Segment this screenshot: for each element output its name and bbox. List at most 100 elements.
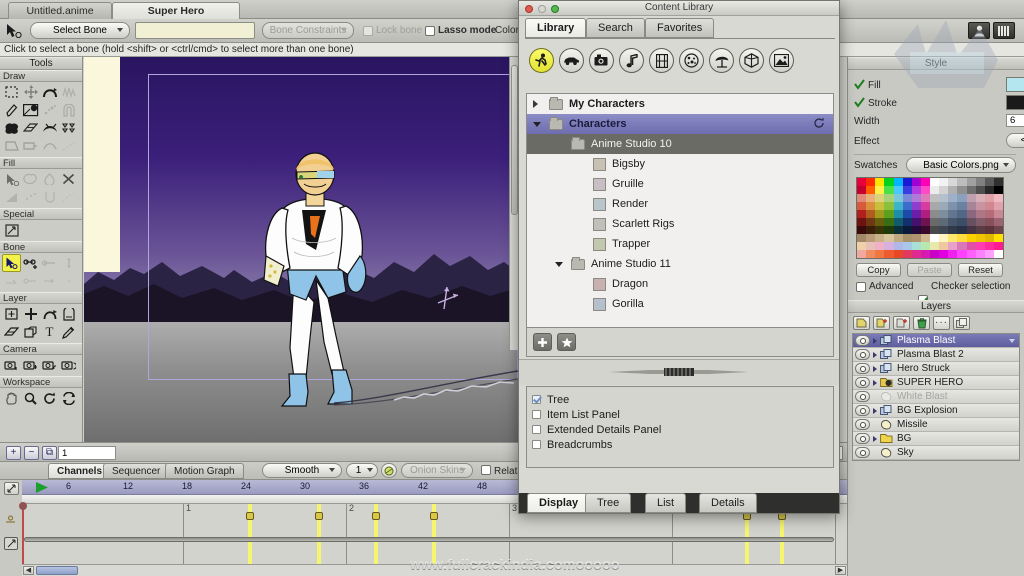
color-swatch[interactable] <box>866 242 875 250</box>
color-swatch[interactable] <box>985 234 994 242</box>
freehand-icon[interactable] <box>21 101 40 119</box>
color-swatch[interactable] <box>884 202 893 210</box>
color-swatch[interactable] <box>930 202 939 210</box>
color-swatch[interactable] <box>912 226 921 234</box>
new-bone-layer-icon[interactable] <box>893 316 910 330</box>
color-swatch[interactable] <box>857 226 866 234</box>
color-swatch[interactable] <box>857 178 866 186</box>
color-swatch[interactable] <box>875 194 884 202</box>
color-swatch[interactable] <box>994 194 1003 202</box>
display-option-row[interactable]: Tree <box>532 392 833 407</box>
color-swatch[interactable] <box>967 242 976 250</box>
color-swatch[interactable] <box>967 210 976 218</box>
layer-row[interactable]: Plasma Blast 2 <box>853 348 1019 362</box>
color-swatch[interactable] <box>894 242 903 250</box>
color-swatch[interactable] <box>875 226 884 234</box>
color-swatch[interactable] <box>857 250 866 258</box>
library-tree-row[interactable]: Gruille <box>527 174 833 194</box>
color-swatch[interactable] <box>930 194 939 202</box>
bottom-tab-list[interactable]: List <box>645 493 686 513</box>
color-swatch[interactable] <box>957 226 966 234</box>
color-swatch[interactable] <box>976 226 985 234</box>
color-swatch[interactable] <box>912 194 921 202</box>
color-swatch[interactable] <box>875 178 884 186</box>
layer-visibility-icon[interactable] <box>855 419 870 430</box>
color-swatch[interactable] <box>976 242 985 250</box>
color-swatch[interactable] <box>985 250 994 258</box>
color-swatch[interactable] <box>985 186 994 194</box>
color-swatch[interactable] <box>912 218 921 226</box>
color-swatch[interactable] <box>994 242 1003 250</box>
remove-keyframe-button[interactable]: − <box>24 446 39 460</box>
display-option-row[interactable]: Extended Details Panel <box>532 422 833 437</box>
content-library-dialog[interactable]: Content Library Library Search Favorites <box>518 0 840 514</box>
color-swatch[interactable] <box>930 186 939 194</box>
color-swatch[interactable] <box>948 250 957 258</box>
color-swatch[interactable] <box>967 178 976 186</box>
content-library-tree[interactable]: My CharactersCharactersAnime Studio 10Bi… <box>526 93 834 328</box>
color-swatch[interactable] <box>976 186 985 194</box>
color-swatch[interactable] <box>921 186 930 194</box>
color-swatch[interactable] <box>875 234 884 242</box>
color-swatch[interactable] <box>866 250 875 258</box>
document-tab-untitled[interactable]: Untitled.anime <box>8 2 112 19</box>
color-swatch[interactable] <box>967 226 976 234</box>
display-option-checkbox[interactable] <box>532 395 541 404</box>
library-tree-row[interactable]: Characters <box>527 114 833 134</box>
color-swatch[interactable] <box>857 218 866 226</box>
transform-layer-icon[interactable] <box>2 305 21 323</box>
color-swatch[interactable] <box>866 234 875 242</box>
color-swatch[interactable] <box>866 210 875 218</box>
paste-color-button[interactable]: Paste <box>907 263 952 277</box>
timeline-scroll-thumb[interactable] <box>36 566 78 575</box>
color-swatch[interactable] <box>894 194 903 202</box>
pan-tilt-camera-icon[interactable] <box>59 356 78 374</box>
color-swatch[interactable] <box>894 202 903 210</box>
cycle-icon[interactable] <box>381 463 397 478</box>
color-swatch[interactable] <box>930 218 939 226</box>
color-swatch[interactable] <box>875 210 884 218</box>
layer-row[interactable]: White Blast <box>853 390 1019 404</box>
bend-points-icon[interactable] <box>21 137 40 155</box>
blob-icon[interactable] <box>2 119 21 137</box>
bottom-tab-details[interactable]: Details <box>699 493 757 513</box>
canvas-vertical-scrollbar[interactable] <box>509 57 518 350</box>
bottom-tab-display[interactable]: Display <box>527 493 590 513</box>
reset-workspace-icon[interactable] <box>59 389 78 407</box>
relative-checkbox[interactable] <box>481 465 491 475</box>
bone-constraints-popup[interactable]: Bone Constraints <box>262 22 354 39</box>
color-swatch[interactable] <box>967 234 976 242</box>
color-swatch[interactable] <box>903 202 912 210</box>
color-swatch[interactable] <box>921 210 930 218</box>
color-swatch[interactable] <box>912 186 921 194</box>
hide-edge-fill-icon[interactable] <box>59 188 78 206</box>
color-swatch[interactable] <box>866 218 875 226</box>
color-swatch[interactable] <box>976 218 985 226</box>
layer-visibility-icon[interactable] <box>855 433 870 444</box>
color-swatch[interactable] <box>994 250 1003 258</box>
color-swatch[interactable] <box>875 202 884 210</box>
color-swatch[interactable] <box>894 250 903 258</box>
color-swatch[interactable] <box>912 210 921 218</box>
color-swatch[interactable] <box>866 194 875 202</box>
color-swatch[interactable] <box>921 250 930 258</box>
stroke-exposure-icon[interactable] <box>21 188 40 206</box>
stroke-checkbox[interactable] <box>854 97 865 111</box>
color-swatch[interactable] <box>884 210 893 218</box>
copy-color-button[interactable]: Copy <box>856 263 901 277</box>
color-swatch[interactable] <box>894 178 903 186</box>
more-options-icon[interactable]: ··· <box>933 316 950 330</box>
color-swatch[interactable] <box>948 210 957 218</box>
select-shape-icon[interactable] <box>2 170 21 188</box>
color-swatch[interactable] <box>994 218 1003 226</box>
scroll-left-button[interactable]: ◀ <box>23 566 34 575</box>
character-icon[interactable] <box>968 22 990 39</box>
swatches-popup[interactable]: Basic Colors.png <box>906 157 1016 173</box>
scatter-brush-icon[interactable] <box>40 101 59 119</box>
width-input[interactable]: 6 <box>1006 114 1024 127</box>
rotate-layer-icon[interactable] <box>40 305 59 323</box>
advanced-checkbox[interactable] <box>856 282 866 292</box>
favorite-star-icon[interactable] <box>557 333 576 351</box>
color-swatch[interactable] <box>921 242 930 250</box>
particles-icon[interactable] <box>679 48 704 73</box>
